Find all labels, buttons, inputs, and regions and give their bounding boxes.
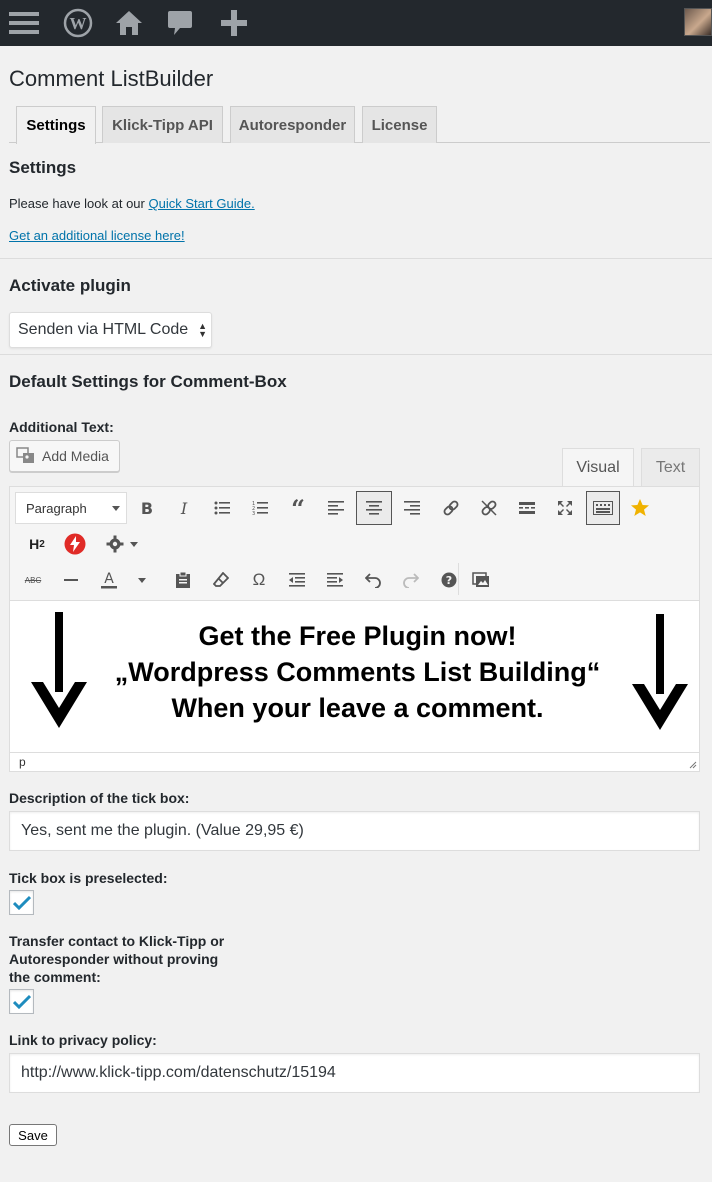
activate-heading: Activate plugin — [9, 276, 131, 295]
redo-icon[interactable] — [396, 565, 426, 595]
arrow-down-icon — [632, 614, 688, 730]
star-icon[interactable] — [625, 493, 655, 523]
comment-icon[interactable] — [161, 4, 199, 42]
align-center-button[interactable] — [356, 491, 392, 525]
intro-label: Please have look at our — [9, 196, 149, 211]
defaults-heading: Default Settings for Comment-Box — [9, 372, 287, 391]
align-left-button[interactable] — [321, 493, 351, 523]
tab-autoresponder[interactable]: Autoresponder — [230, 106, 355, 143]
page-title: Comment ListBuilder — [9, 66, 214, 91]
help-icon[interactable]: ? — [434, 565, 464, 595]
plus-icon[interactable] — [215, 4, 253, 42]
heading-h2-icon[interactable]: H2 — [22, 529, 52, 559]
privacy-value: http://www.klick-tipp.com/datenschutz/15… — [21, 1064, 336, 1081]
checkmark-icon — [12, 895, 31, 910]
privacy-input[interactable]: http://www.klick-tipp.com/datenschutz/15… — [9, 1053, 700, 1093]
rich-text-editor: Paragraph B I 123 “ H 2 ABC A Ω ? Get th… — [9, 486, 700, 772]
toolbar-separator — [458, 563, 459, 595]
license-link[interactable]: Get an additional license here! — [9, 228, 185, 243]
checkmark-icon — [12, 994, 31, 1009]
privacy-label: Link to privacy policy: — [9, 1032, 157, 1048]
eraser-icon[interactable] — [206, 565, 236, 595]
select-arrows-icon: ▲ ▼ — [198, 321, 207, 339]
editor-toolbar: Paragraph B I 123 “ H 2 ABC A Ω ? — [10, 487, 699, 601]
settings-heading: Settings — [9, 158, 77, 177]
preselected-label: Tick box is preselected: — [9, 870, 168, 886]
text-color-button[interactable]: A — [94, 565, 124, 595]
media-icon — [16, 447, 34, 463]
wordpress-logo-icon[interactable]: W — [59, 4, 97, 42]
transfer-label-line: Transfer contact to Klick-Tipp or — [9, 933, 225, 949]
transfer-label-line: the comment: — [9, 969, 101, 985]
bold-button[interactable]: B — [132, 493, 162, 523]
editor-content[interactable]: Get the Free Plugin now! „Wordpress Comm… — [10, 602, 699, 752]
indent-icon[interactable] — [320, 565, 350, 595]
menu-icon[interactable] — [5, 4, 43, 42]
unlink-icon[interactable] — [474, 493, 504, 523]
save-button[interactable]: Save — [9, 1124, 57, 1146]
settings-menu-button[interactable] — [102, 529, 142, 559]
format-select-value: Paragraph — [26, 500, 87, 516]
gear-icon — [106, 535, 124, 553]
intro-text: Please have look at our Quick Start Guid… — [9, 196, 255, 211]
numbered-list-button[interactable]: 123 — [245, 493, 275, 523]
strikethrough-button[interactable]: ABC — [18, 565, 48, 595]
tick-description-value: Yes, sent me the plugin. (Value 29,95 €) — [21, 822, 304, 839]
svg-text:W: W — [70, 14, 87, 33]
horizontal-line-button[interactable] — [56, 565, 86, 595]
element-path[interactable]: p — [19, 755, 26, 769]
divider — [0, 354, 712, 355]
promo-line: When your leave a comment. — [171, 693, 544, 723]
undo-icon[interactable] — [358, 565, 388, 595]
promo-text: Get the Free Plugin now! „Wordpress Comm… — [80, 618, 635, 726]
blockquote-button[interactable]: “ — [283, 493, 313, 523]
tab-klick-tipp-api[interactable]: Klick-Tipp API — [102, 106, 223, 143]
preselected-checkbox[interactable] — [9, 890, 34, 915]
paste-text-icon[interactable] — [168, 565, 198, 595]
resize-handle-icon[interactable] — [688, 760, 697, 769]
home-icon[interactable] — [110, 4, 148, 42]
fullscreen-icon[interactable] — [550, 493, 580, 523]
add-media-label: Add Media — [42, 448, 109, 464]
tick-description-label: Description of the tick box: — [9, 790, 190, 806]
tab-text[interactable]: Text — [641, 448, 700, 486]
tab-settings[interactable]: Settings — [16, 106, 96, 144]
read-more-icon[interactable] — [512, 493, 542, 523]
transfer-checkbox[interactable] — [9, 989, 34, 1014]
promo-line: „Wordpress Comments List Building“ — [114, 657, 601, 687]
chevron-down-icon — [112, 506, 120, 511]
chevron-down-icon[interactable] — [134, 565, 150, 595]
activate-select-value: Senden via HTML Code — [18, 321, 189, 338]
divider — [0, 258, 712, 259]
tab-visual[interactable]: Visual — [562, 448, 634, 487]
chevron-down-icon — [130, 541, 138, 547]
italic-button[interactable]: I — [169, 493, 199, 523]
editor-statusbar: p — [10, 752, 699, 771]
tick-description-input[interactable]: Yes, sent me the plugin. (Value 29,95 €) — [9, 811, 700, 851]
transfer-label: Transfer contact to Klick-Tipp or Autore… — [9, 932, 224, 986]
svg-text:?: ? — [446, 574, 452, 587]
format-select[interactable]: Paragraph — [15, 492, 127, 524]
link-icon[interactable] — [436, 493, 466, 523]
quick-start-link[interactable]: Quick Start Guide. — [148, 196, 254, 211]
bullet-list-button[interactable] — [207, 493, 237, 523]
toolbar-toggle-icon[interactable] — [586, 491, 620, 525]
outdent-icon[interactable] — [282, 565, 312, 595]
promo-line: Get the Free Plugin now! — [198, 621, 517, 651]
special-character-icon[interactable]: Ω — [244, 565, 274, 595]
activate-select[interactable]: Senden via HTML Code ▲ ▼ — [9, 312, 212, 348]
align-right-button[interactable] — [397, 493, 427, 523]
avatar[interactable] — [684, 8, 712, 36]
additional-text-label: Additional Text: — [9, 419, 114, 435]
tab-license[interactable]: License — [362, 106, 437, 143]
add-media-button[interactable]: Add Media — [9, 440, 120, 472]
svg-text:A: A — [104, 571, 114, 587]
arrow-down-icon — [31, 612, 87, 728]
plugin-lightning-icon[interactable] — [60, 529, 90, 559]
admin-bar: W — [0, 0, 712, 46]
svg-text:3: 3 — [252, 511, 255, 515]
tab-bar: Settings Klick-Tipp API Autoresponder Li… — [9, 106, 710, 144]
gallery-icon[interactable] — [466, 565, 496, 595]
transfer-label-line: Autoresponder without proving — [9, 951, 219, 967]
